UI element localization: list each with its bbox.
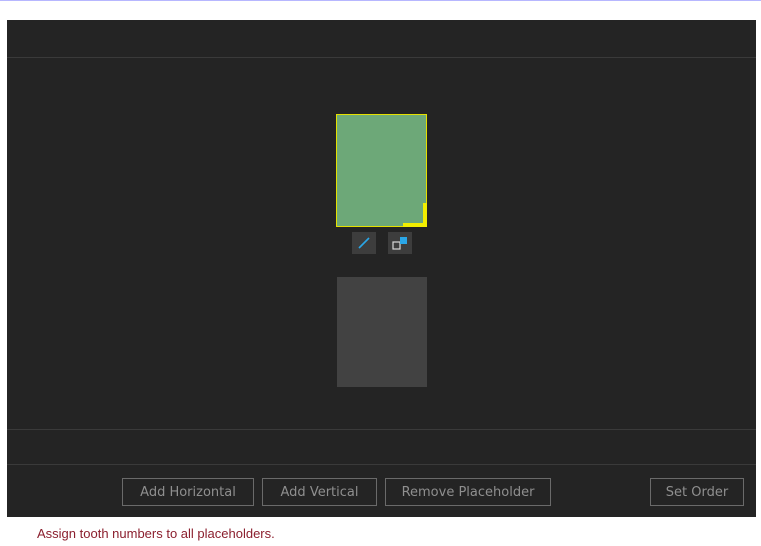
edit-placeholder-button[interactable] [352,232,376,254]
resize-handle[interactable] [403,203,427,227]
pencil-icon [358,237,370,249]
swap-placeholders-icon [392,237,407,250]
set-order-button[interactable]: Set Order [650,478,744,506]
window-top-border [0,0,761,1]
placeholder-canvas [7,58,756,429]
swap-placeholder-button[interactable] [388,232,412,254]
selected-placeholder[interactable] [336,114,427,227]
placeholder-actions-bar: Add Horizontal Add Vertical Remove Place… [7,464,756,517]
editor-middle-divider [7,429,756,430]
status-message: Assign tooth numbers to all placeholders… [37,526,275,541]
remove-placeholder-button[interactable]: Remove Placeholder [385,478,551,506]
add-vertical-button[interactable]: Add Vertical [262,478,377,506]
layout-editor: Add Horizontal Add Vertical Remove Place… [7,20,756,517]
add-horizontal-button[interactable]: Add Horizontal [122,478,254,506]
empty-placeholder[interactable] [337,277,427,387]
